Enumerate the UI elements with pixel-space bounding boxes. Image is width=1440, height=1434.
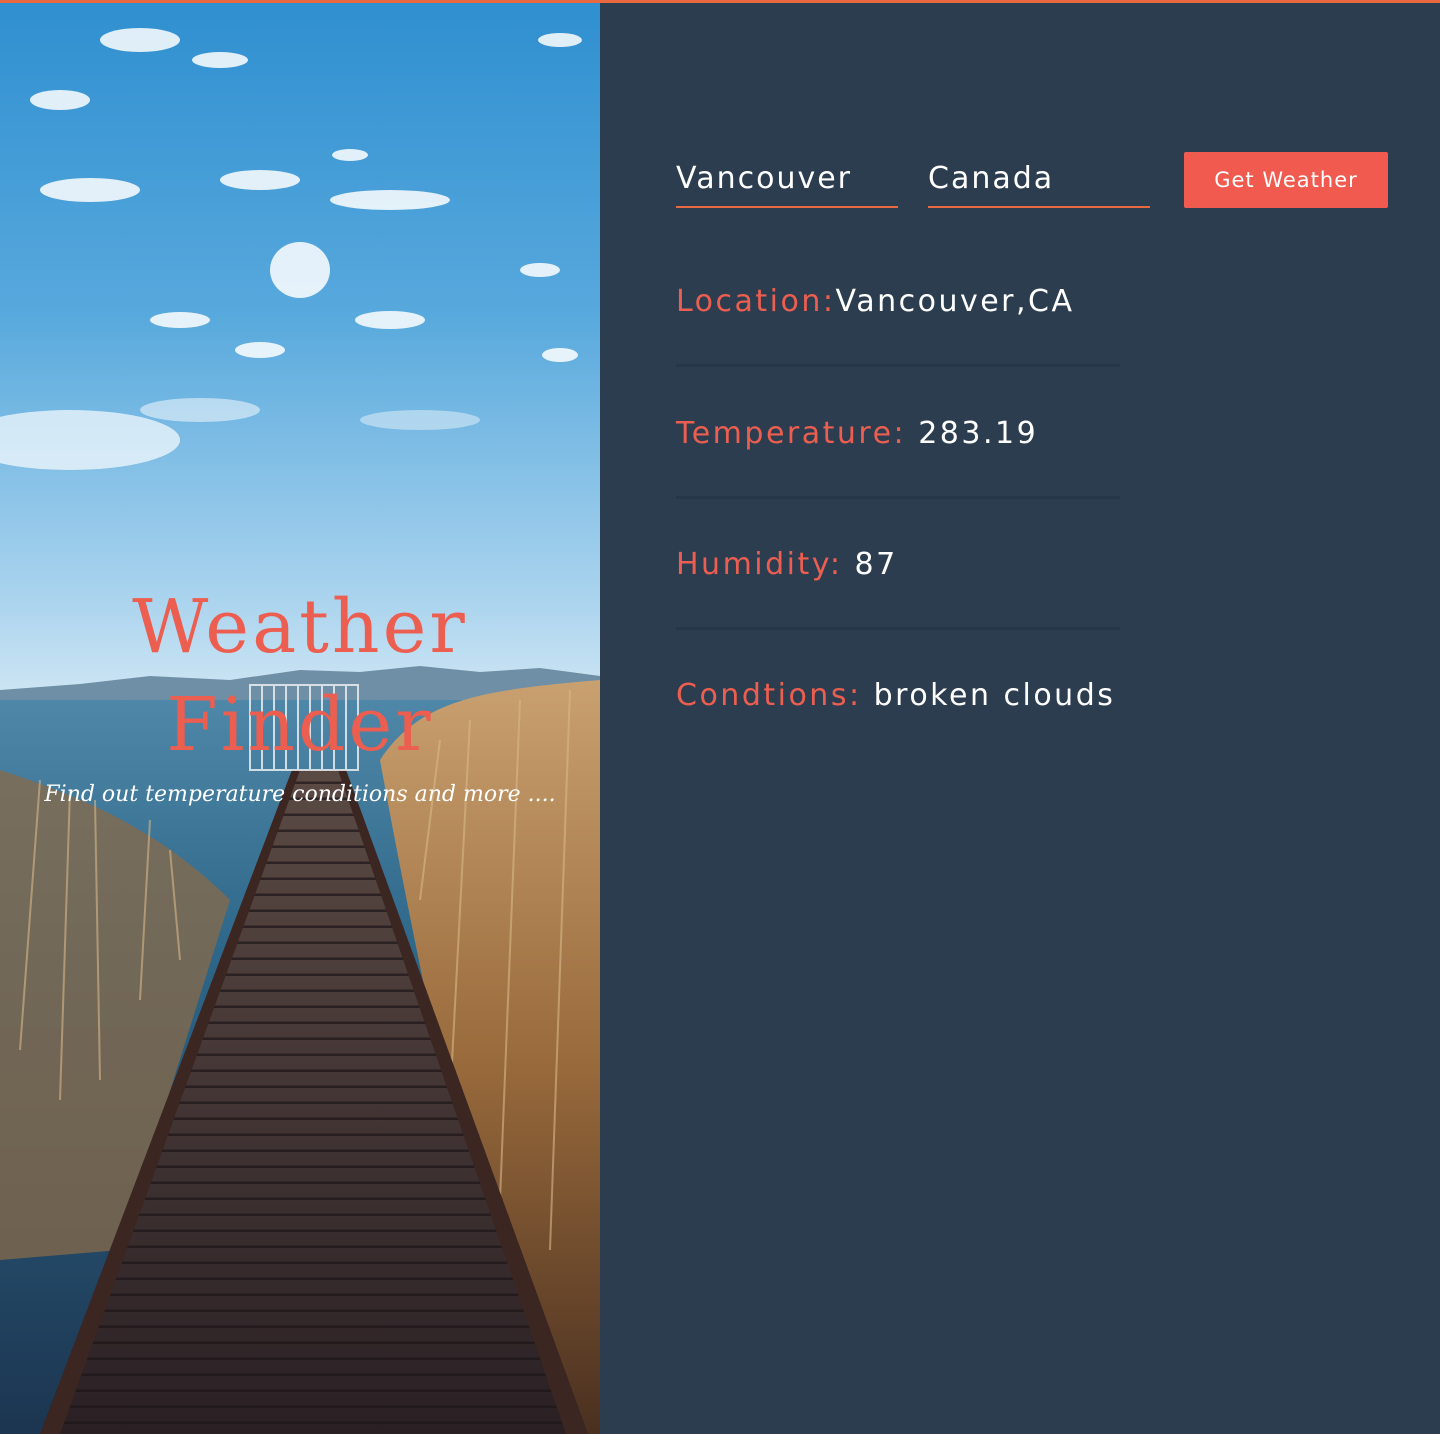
app-title: Weather Finder bbox=[132, 584, 468, 768]
temperature-label: Temperature: bbox=[676, 416, 907, 451]
weather-panel: Get Weather Location:Vancouver,CA Temper… bbox=[600, 0, 1440, 1434]
city-input[interactable] bbox=[676, 150, 898, 208]
get-weather-button[interactable]: Get Weather bbox=[1184, 152, 1388, 208]
location-label: Location: bbox=[676, 284, 836, 319]
temperature-value: 283.19 bbox=[918, 416, 1039, 451]
conditions-label: Condtions: bbox=[676, 678, 862, 713]
location-row: Location:Vancouver,CA bbox=[676, 284, 1120, 367]
conditions-value: broken clouds bbox=[873, 678, 1116, 713]
humidity-value: 87 bbox=[854, 547, 898, 582]
country-input[interactable] bbox=[928, 150, 1150, 208]
humidity-row: Humidity: 87 bbox=[676, 547, 1120, 630]
humidity-label: Humidity: bbox=[676, 547, 843, 582]
hero-panel: Weather Finder Find out temperature cond… bbox=[0, 0, 600, 1434]
top-accent-bar bbox=[0, 0, 1440, 3]
app-subtitle: Find out temperature conditions and more… bbox=[44, 782, 556, 807]
conditions-row: Condtions: broken clouds bbox=[676, 678, 1120, 758]
temperature-row: Temperature: 283.19 bbox=[676, 416, 1120, 499]
location-value: Vancouver,CA bbox=[835, 284, 1075, 319]
